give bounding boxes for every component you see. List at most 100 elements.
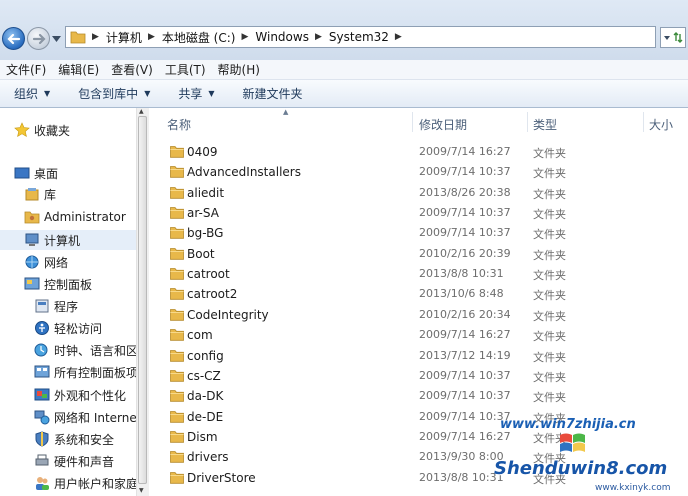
file-date: 2010/2/16 20:34 <box>419 307 511 321</box>
back-button[interactable] <box>2 27 25 50</box>
navigation-scrollbar[interactable]: ▲ ▼ <box>136 108 150 496</box>
file-date: 2013/7/12 14:19 <box>419 348 511 362</box>
column-header-type[interactable]: 类型 <box>533 116 557 133</box>
user-folder-icon <box>24 211 40 224</box>
menu-help[interactable]: 帮助(H) <box>212 61 266 78</box>
folder-icon <box>170 349 184 362</box>
command-bar: 组织 ▼ 包含到库中 ▼ 共享 ▼ 新建文件夹 <box>0 80 688 108</box>
recent-pages-chevron-icon[interactable] <box>52 36 61 42</box>
table-row[interactable]: da-DK 2009/7/14 10:37 文件夹 <box>149 386 688 406</box>
breadcrumb-local-disk[interactable]: 本地磁盘 (C:) <box>162 29 236 46</box>
file-name: ar-SA <box>187 206 219 221</box>
folder-icon <box>170 329 184 341</box>
column-headers: ▲ 名称 修改日期 类型 大小 <box>149 108 688 136</box>
forward-button[interactable] <box>27 27 50 50</box>
file-type: 文件夹 <box>533 350 566 364</box>
nav-library[interactable]: 库 <box>24 184 56 204</box>
organize-button[interactable]: 组织 ▼ <box>14 85 50 102</box>
table-row[interactable]: AdvancedInstallers 2009/7/14 10:37 文件夹 <box>149 162 688 182</box>
file-type: 文件夹 <box>533 391 566 405</box>
column-header-date[interactable]: 修改日期 <box>419 116 467 133</box>
nav-programs-label: 程序 <box>54 299 79 314</box>
table-row[interactable]: CodeIntegrity 2010/2/16 20:34 文件夹 <box>149 305 688 325</box>
file-date: 2009/7/14 10:37 <box>419 368 511 382</box>
menu-file[interactable]: 文件(F) <box>0 61 52 78</box>
table-row[interactable]: catroot 2013/8/8 10:31 文件夹 <box>149 264 688 284</box>
breadcrumb-chevron-icon[interactable]: ▶ <box>92 32 99 42</box>
file-date: 2009/7/14 10:37 <box>419 389 511 403</box>
file-name: DriverStore <box>187 470 256 485</box>
nav-desktop[interactable]: 桌面 <box>14 163 58 183</box>
breadcrumb-chevron-icon[interactable]: ▶ <box>315 32 322 42</box>
nav-appearance[interactable]: 外观和个性化 <box>34 385 126 405</box>
file-type: 文件夹 <box>533 228 566 242</box>
nav-ease-of-access[interactable]: 轻松访问 <box>34 318 102 338</box>
nav-all-control-panel-items[interactable]: 所有控制面板项 <box>34 362 136 382</box>
nav-user-accounts-label: 用户帐户和家庭 <box>54 476 136 491</box>
table-row[interactable]: catroot2 2013/10/6 8:48 文件夹 <box>149 284 688 304</box>
table-row[interactable]: Boot 2010/2/16 20:39 文件夹 <box>149 244 688 264</box>
table-row[interactable]: ar-SA 2009/7/14 10:37 文件夹 <box>149 203 688 223</box>
table-row[interactable]: config 2013/7/12 14:19 文件夹 <box>149 346 688 366</box>
breadcrumb-windows[interactable]: Windows <box>255 30 309 44</box>
forward-arrow-icon <box>32 33 46 45</box>
file-name: Boot <box>187 246 215 261</box>
nav-desktop-label: 桌面 <box>34 166 59 181</box>
scroll-up-arrow-icon[interactable]: ▲ <box>139 108 144 115</box>
column-divider[interactable] <box>643 112 644 132</box>
breadcrumb-chevron-icon[interactable]: ▶ <box>241 32 248 42</box>
scroll-down-arrow-icon[interactable]: ▼ <box>139 487 144 494</box>
file-type: 文件夹 <box>533 309 566 323</box>
file-type: 文件夹 <box>533 289 566 303</box>
folder-icon <box>170 369 184 382</box>
nav-control-panel[interactable]: 控制面板 <box>24 274 92 294</box>
address-field[interactable]: ▶ 计算机 ▶ 本地磁盘 (C:) ▶ Windows ▶ System32 ▶ <box>65 26 656 48</box>
table-row[interactable]: bg-BG 2009/7/14 10:37 文件夹 <box>149 223 688 243</box>
column-header-name[interactable]: 名称 <box>167 116 191 133</box>
scrollbar-thumb[interactable] <box>138 116 147 484</box>
include-library-label: 包含到库中 <box>78 87 139 101</box>
folder-icon <box>170 390 184 402</box>
table-row[interactable]: com 2009/7/14 16:27 文件夹 <box>149 325 688 345</box>
breadcrumb-system32[interactable]: System32 <box>329 30 389 44</box>
nav-ease-of-access-label: 轻松访问 <box>54 321 103 336</box>
table-row[interactable]: 0409 2009/7/14 16:27 文件夹 <box>149 142 688 162</box>
back-arrow-icon <box>7 33 21 45</box>
new-folder-button[interactable]: 新建文件夹 <box>243 85 303 102</box>
nav-programs[interactable]: 程序 <box>34 296 78 316</box>
file-type: 文件夹 <box>533 167 566 181</box>
nav-network-internet[interactable]: 网络和 Interne <box>34 407 136 427</box>
nav-user-accounts[interactable]: 用户帐户和家庭 <box>34 473 136 493</box>
ease-of-access-icon <box>35 321 49 335</box>
share-button[interactable]: 共享 ▼ <box>178 85 214 102</box>
menu-bar: 文件(F) 编辑(E) 查看(V) 工具(T) 帮助(H) <box>0 60 688 80</box>
file-type: 文件夹 <box>533 269 566 283</box>
breadcrumb-chevron-icon[interactable]: ▶ <box>148 32 155 42</box>
refresh-button[interactable] <box>660 27 686 48</box>
all-items-icon <box>34 365 50 378</box>
nav-system-security[interactable]: 系统和安全 <box>34 429 114 449</box>
file-name: drivers <box>187 450 229 465</box>
nav-network[interactable]: 网络 <box>24 252 68 272</box>
nav-favorites[interactable]: 收藏夹 <box>14 120 70 140</box>
file-name: cs-CZ <box>187 368 221 383</box>
menu-edit[interactable]: 编辑(E) <box>52 61 105 78</box>
nav-administrator-label: Administrator <box>44 210 126 224</box>
menu-tools[interactable]: 工具(T) <box>159 61 212 78</box>
nav-hardware-sound[interactable]: 硬件和声音 <box>34 451 114 471</box>
nav-all-control-panel-items-label: 所有控制面板项 <box>54 365 136 380</box>
table-row[interactable]: cs-CZ 2009/7/14 10:37 文件夹 <box>149 366 688 386</box>
library-icon <box>25 188 39 201</box>
nav-clock-language-region[interactable]: 时钟、语言和区 <box>34 340 136 360</box>
menu-view[interactable]: 查看(V) <box>105 61 159 78</box>
column-divider[interactable] <box>527 112 528 132</box>
nav-administrator[interactable]: Administrator <box>24 207 126 227</box>
column-divider[interactable] <box>412 112 413 132</box>
include-in-library-button[interactable]: 包含到库中 ▼ <box>78 85 150 102</box>
nav-computer[interactable]: 计算机 <box>0 230 136 250</box>
table-row[interactable]: aliedit 2013/8/26 20:38 文件夹 <box>149 183 688 203</box>
breadcrumb-chevron-icon[interactable]: ▶ <box>395 32 402 42</box>
control-panel-icon <box>24 277 40 290</box>
breadcrumb-computer[interactable]: 计算机 <box>106 29 142 46</box>
column-header-size[interactable]: 大小 <box>649 116 673 133</box>
